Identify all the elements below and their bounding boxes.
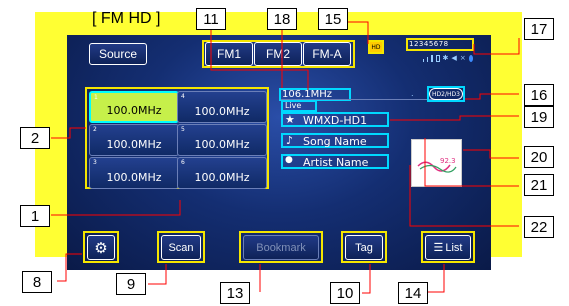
callout-20: 20 xyxy=(524,146,554,168)
callout-11: 11 xyxy=(196,8,226,30)
seek-dot: . xyxy=(411,89,414,98)
band-buttons-highlight xyxy=(202,40,355,68)
preset-number: 3 xyxy=(93,159,97,166)
page-title: [ FM HD ] xyxy=(92,10,161,27)
artist-icon: ● xyxy=(285,155,293,165)
preset-number: 2 xyxy=(93,126,97,133)
preset-number: 6 xyxy=(181,159,185,166)
callout-14: 14 xyxy=(398,282,428,304)
callout-13: 13 xyxy=(220,282,250,304)
callout-9: 9 xyxy=(116,273,146,295)
live-highlight xyxy=(281,100,317,112)
close-icon: × xyxy=(459,54,466,62)
music-note-icon: ♪ xyxy=(286,134,294,147)
album-art-graphic: 92.3 xyxy=(417,157,457,173)
preset-number: 5 xyxy=(181,126,185,133)
callout-21: 21 xyxy=(524,174,554,196)
tag-highlight xyxy=(341,231,387,263)
preset-frequency: 100.0MHz xyxy=(194,105,250,118)
status-icons: ✱ ◀ × xyxy=(423,53,473,62)
callout-16: 16 xyxy=(524,84,554,106)
song-name: Song Name xyxy=(303,135,367,148)
signal-bar-icon xyxy=(427,57,429,62)
preset-button-1[interactable]: 1 100.0MHz xyxy=(89,91,179,123)
multicast-highlight xyxy=(406,38,474,51)
preset-button-5[interactable]: 5 100.0MHz xyxy=(177,124,267,156)
preset-button-4[interactable]: 4 100.0MHz xyxy=(177,91,267,123)
preset-frequency: 100.0MHz xyxy=(106,138,162,151)
svg-text:92.3: 92.3 xyxy=(440,157,456,165)
callout-8: 8 xyxy=(22,271,52,293)
settings-highlight xyxy=(83,231,119,263)
callout-18: 18 xyxy=(267,8,297,30)
call-sign: WMXD-HD1 xyxy=(303,114,368,127)
artist-name: Artist Name xyxy=(303,156,369,169)
mute-icon: ◀ xyxy=(451,54,457,62)
preset-button-2[interactable]: 2 100.0MHz xyxy=(89,124,179,156)
signal-bar-icon xyxy=(431,55,433,62)
battery-icon xyxy=(435,55,440,62)
preset-number: 1 xyxy=(94,94,98,101)
preset-frequency: 100.0MHz xyxy=(194,138,250,151)
callout-1: 1 xyxy=(20,205,50,227)
scan-highlight xyxy=(157,231,205,263)
list-highlight xyxy=(421,231,475,263)
preset-frequency: 100.0MHz xyxy=(106,171,162,184)
star-icon: ★ xyxy=(285,113,295,126)
radio-screen: Source FM1 FM2 FM-A HD 12345678 ✱ ◀ × 11… xyxy=(67,35,491,270)
hd-indicator-highlight xyxy=(368,40,384,54)
callout-19: 19 xyxy=(524,106,554,128)
diagram-stage: [ FM HD ] Source FM1 FM2 FM-A HD 1234567… xyxy=(0,0,569,306)
source-button[interactable]: Source xyxy=(89,43,147,65)
signal-bar-icon xyxy=(423,59,425,62)
callout-22: 22 xyxy=(524,216,554,238)
callout-15: 15 xyxy=(318,8,348,30)
preset-button-6[interactable]: 6 100.0MHz xyxy=(177,157,267,189)
bookmark-highlight xyxy=(239,231,323,263)
preset-frequency: 100.0MHz xyxy=(106,104,162,117)
callout-10: 10 xyxy=(330,282,360,304)
hd-channel-highlight xyxy=(427,86,465,102)
preset-number: 4 xyxy=(181,93,185,100)
preset-frequency: 100.0MHz xyxy=(194,171,250,184)
bluetooth-icon: ✱ xyxy=(442,54,449,62)
preset-button-3[interactable]: 3 100.0MHz xyxy=(89,157,179,189)
album-art: 92.3 xyxy=(411,139,462,187)
phone-icon xyxy=(468,55,473,62)
callout-2: 2 xyxy=(20,127,50,149)
callout-17: 17 xyxy=(524,18,554,40)
